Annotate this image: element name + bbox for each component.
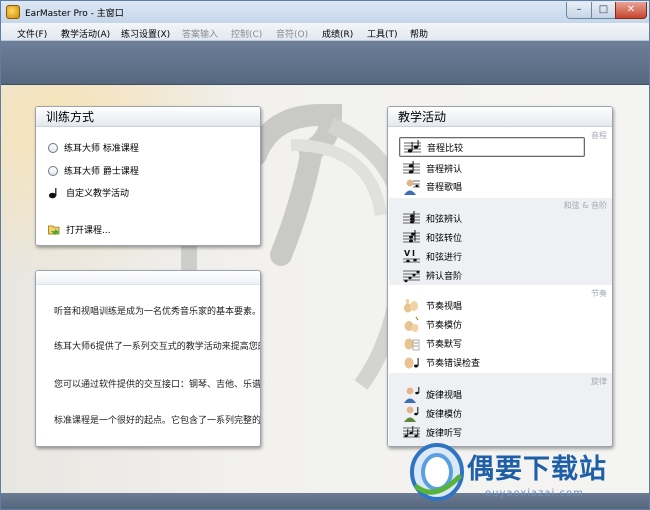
rhythm-imitation-icon: [404, 316, 419, 332]
activity-chord-inversion[interactable]: 和弦转位: [403, 229, 462, 246]
description-line: 听音和视唱训练是成为一名优秀音乐家的基本要素。练: [54, 307, 261, 317]
menu-answer-input[interactable]: 答案输入: [182, 27, 218, 40]
activity-interval-compare-label: 音程比较: [427, 143, 464, 154]
activity-chord-identify-label: 和弦辨认: [426, 215, 463, 225]
menu-notes[interactable]: 音符(O): [276, 27, 308, 40]
activity-interval-identify-label: 音程辨认: [426, 165, 463, 175]
app-window: EarMaster Pro - 主窗口 – □ ✕ 文件(F) 教学活动(A) …: [0, 0, 650, 510]
music-note-selected-icon[interactable]: [48, 187, 60, 199]
training-mode-title: 训练方式: [36, 107, 260, 127]
activity-interval-identify[interactable]: 音程辨认: [403, 160, 462, 177]
activity-scale-identify-label: 辨认音阶: [426, 272, 463, 282]
open-course-link[interactable]: 打开课程...: [48, 223, 111, 236]
activity-interval-singing[interactable]: 音程歌唱: [403, 178, 462, 195]
chord-progression-icon: V I: [403, 249, 420, 263]
menu-file[interactable]: 文件(F): [17, 27, 47, 40]
section-melody: 旋律 旋律视唱 旋律模仿 旋律听写: [389, 373, 612, 446]
svg-text:V: V: [404, 249, 411, 258]
section-rhythm: 节奏 节奏视唱 节奏模仿 节奏默写 节奏错误检查: [389, 285, 612, 373]
chord-identify-icon: [403, 211, 420, 224]
option-custom-activities-label: 自定义教学活动: [66, 189, 130, 199]
activity-rhythm-dictation-label: 节奏默写: [426, 340, 463, 350]
description-line: 练耳大师6提供了一系列交互式的教学活动来提高您的: [54, 342, 261, 352]
activity-melody-sight-singing-label: 旋律视唱: [426, 391, 463, 401]
toolbar-band: [1, 41, 649, 85]
interval-compare-icon: [404, 139, 421, 153]
earmaster-app-icon[interactable]: [6, 5, 20, 19]
section-melody-label: 旋律: [591, 377, 607, 386]
interval-identify-icon: [403, 161, 420, 174]
menu-help[interactable]: 帮助: [410, 27, 428, 40]
activity-scale-identify[interactable]: 辨认音阶: [403, 267, 462, 284]
menu-control[interactable]: 控制(C): [231, 27, 262, 40]
activity-rhythm-imitation-label: 节奏模仿: [426, 321, 463, 331]
activity-chord-progression[interactable]: V I 和弦进行: [403, 248, 462, 265]
activities-title: 教学活动: [388, 107, 612, 127]
option-custom-activities[interactable]: 自定义教学活动: [48, 186, 129, 199]
activity-melody-sight-singing[interactable]: 旋律视唱: [403, 386, 462, 403]
menu-exercise-settings[interactable]: 练习设置(X): [121, 27, 170, 40]
section-rhythm-label: 节奏: [591, 289, 607, 298]
activities-panel: 教学活动 音程 音程比较 音程辨认 音程歌唱 和弦 & 音阶 和弦辨认 和弦转位…: [387, 106, 613, 447]
activity-chord-inversion-label: 和弦转位: [426, 234, 463, 244]
activity-chord-progression-label: 和弦进行: [426, 253, 463, 263]
site-watermark: 偶要下载站 ouyaoxiazai.com: [409, 439, 649, 509]
scale-identify-icon: [403, 270, 420, 283]
rhythm-error-icon: [404, 357, 419, 369]
description-header: [36, 271, 260, 285]
window-title: EarMaster Pro - 主窗口: [25, 9, 124, 19]
activity-rhythm-dictation[interactable]: 节奏默写: [403, 335, 462, 352]
description-line: 标准课程是一个很好的起点。它包含了一系列完整的从: [54, 416, 261, 426]
activity-interval-compare[interactable]: 音程比较: [399, 137, 585, 157]
activity-melody-imitation[interactable]: 旋律模仿: [403, 405, 462, 422]
menu-activities[interactable]: 教学活动(A): [61, 27, 110, 40]
option-standard-course-label: 练耳大师 标准课程: [64, 144, 139, 154]
activity-melody-dictation-label: 旋律听写: [426, 429, 463, 439]
title-bar[interactable]: EarMaster Pro - 主窗口 – □ ✕: [1, 1, 649, 23]
watermark-logo-icon: [410, 443, 464, 501]
activity-rhythm-imitation[interactable]: 节奏模仿: [403, 316, 462, 333]
description-panel: 听音和视唱训练是成为一名优秀音乐家的基本要素。练 练耳大师6提供了一系列交互式的…: [35, 270, 261, 447]
description-line: 您可以通过软件提供的交互接口：钢琴、吉他、乐谱（: [54, 380, 261, 390]
open-course-label: 打开课程...: [66, 226, 111, 236]
watermark-text: 偶要下载站: [467, 454, 607, 485]
watermark-url: ouyaoxiazai.com: [485, 488, 584, 499]
activity-rhythm-sight-reading[interactable]: 节奏视唱: [403, 297, 462, 314]
activity-rhythm-sight-reading-label: 节奏视唱: [426, 302, 463, 312]
maximize-button[interactable]: □: [591, 2, 616, 19]
activity-melody-imitation-label: 旋律模仿: [426, 410, 463, 420]
training-mode-panel: 训练方式 练耳大师 标准课程 练耳大师 爵士课程 自定义教学活动 打开课程...: [35, 106, 261, 246]
svg-text:I: I: [412, 249, 415, 258]
menu-results[interactable]: 成绩(R): [322, 27, 353, 40]
radio-standard-course[interactable]: [48, 142, 58, 153]
section-intervals: 音程 音程比较 音程辨认 音程歌唱: [389, 128, 612, 198]
option-jazz-course[interactable]: 练耳大师 爵士课程: [48, 164, 139, 177]
rhythm-sight-reading-icon: [404, 299, 418, 313]
option-jazz-course-label: 练耳大师 爵士课程: [64, 167, 139, 177]
rhythm-dictation-icon: [404, 338, 420, 351]
activity-rhythm-error-label: 节奏错误检查: [426, 359, 481, 369]
activity-rhythm-error[interactable]: 节奏错误检查: [403, 354, 480, 371]
close-button[interactable]: ✕: [615, 2, 647, 19]
interval-singing-icon: [404, 179, 420, 195]
melody-imitation-icon: [404, 406, 419, 422]
radio-jazz-course[interactable]: [48, 165, 58, 176]
option-standard-course[interactable]: 练耳大师 标准课程: [48, 141, 139, 154]
section-intervals-label: 音程: [591, 131, 607, 140]
section-chords-scales-label: 和弦 & 音阶: [563, 201, 607, 210]
section-chords-scales: 和弦 & 音阶 和弦辨认 和弦转位 V I 和弦进行 辨认音阶: [389, 198, 612, 285]
open-folder-icon: [48, 225, 60, 235]
melody-sight-singing-icon: [404, 387, 420, 403]
menu-tools[interactable]: 工具(T): [367, 27, 398, 40]
minimize-button[interactable]: –: [566, 2, 592, 19]
chord-inversion-icon: [403, 230, 420, 243]
activity-chord-identify[interactable]: 和弦辨认: [403, 210, 462, 227]
menu-bar: 文件(F) 教学活动(A) 练习设置(X) 答案输入 控制(C) 音符(O) 成…: [1, 23, 649, 41]
activity-interval-singing-label: 音程歌唱: [426, 183, 463, 193]
